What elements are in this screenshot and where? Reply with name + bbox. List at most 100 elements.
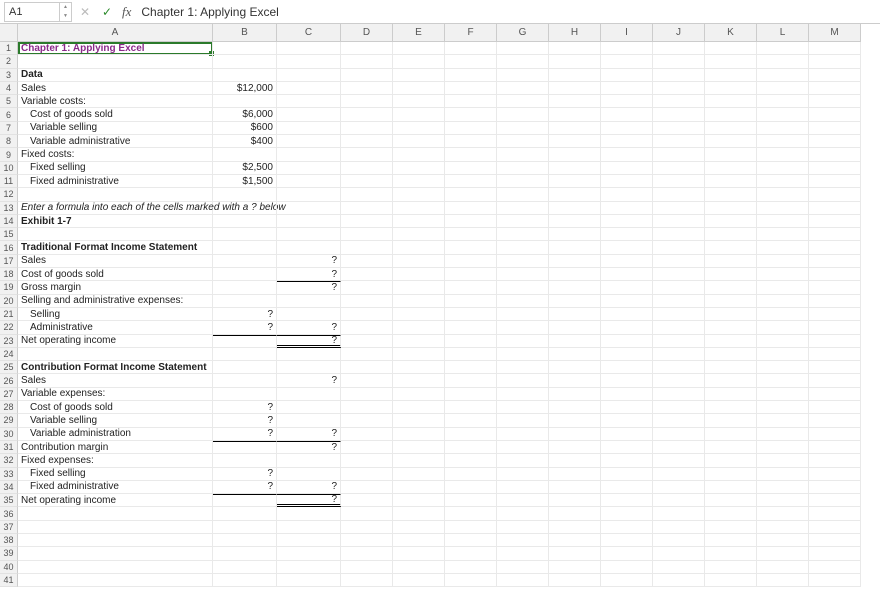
cell-F27[interactable] xyxy=(445,388,497,401)
cell-B33[interactable]: ? xyxy=(213,468,277,481)
cell-C33[interactable] xyxy=(277,468,341,481)
cell-J34[interactable] xyxy=(653,481,705,494)
cell-J19[interactable] xyxy=(653,281,705,294)
row-header-14[interactable]: 14 xyxy=(0,215,18,228)
cell-D29[interactable] xyxy=(341,414,393,427)
cell-B34[interactable]: ? xyxy=(213,481,277,494)
cell-J2[interactable] xyxy=(653,55,705,68)
cell-C9[interactable] xyxy=(277,148,341,161)
cell-E14[interactable] xyxy=(393,215,445,228)
cell-J39[interactable] xyxy=(653,547,705,560)
cell-M29[interactable] xyxy=(809,414,861,427)
column-header-L[interactable]: L xyxy=(757,24,809,42)
row-header-38[interactable]: 38 xyxy=(0,534,18,547)
cell-D11[interactable] xyxy=(341,175,393,188)
cell-I13[interactable] xyxy=(601,202,653,215)
row-header-18[interactable]: 18 xyxy=(0,268,18,281)
cell-C10[interactable] xyxy=(277,162,341,175)
cell-D34[interactable] xyxy=(341,481,393,494)
cell-E28[interactable] xyxy=(393,401,445,414)
cell-K31[interactable] xyxy=(705,441,757,454)
cell-I30[interactable] xyxy=(601,428,653,441)
select-all-corner[interactable] xyxy=(0,24,18,42)
cell-F24[interactable] xyxy=(445,348,497,361)
column-header-A[interactable]: A xyxy=(18,24,213,42)
cell-M38[interactable] xyxy=(809,534,861,547)
cell-M2[interactable] xyxy=(809,55,861,68)
cell-F31[interactable] xyxy=(445,441,497,454)
cell-H6[interactable] xyxy=(549,108,601,121)
cell-M37[interactable] xyxy=(809,521,861,534)
row-header-10[interactable]: 10 xyxy=(0,162,18,175)
cell-D35[interactable] xyxy=(341,494,393,507)
cell-E36[interactable] xyxy=(393,507,445,520)
row-header-13[interactable]: 13 xyxy=(0,202,18,215)
cell-F11[interactable] xyxy=(445,175,497,188)
cell-B12[interactable] xyxy=(213,188,277,201)
cell-L12[interactable] xyxy=(757,188,809,201)
cell-A15[interactable] xyxy=(18,228,213,241)
cell-D37[interactable] xyxy=(341,521,393,534)
cell-C18[interactable]: ? xyxy=(277,268,341,281)
row-header-11[interactable]: 11 xyxy=(0,175,18,188)
cell-J33[interactable] xyxy=(653,468,705,481)
cell-M7[interactable] xyxy=(809,122,861,135)
cell-E16[interactable] xyxy=(393,241,445,254)
row-header-37[interactable]: 37 xyxy=(0,521,18,534)
cell-A21[interactable]: Selling xyxy=(18,308,213,321)
cell-L39[interactable] xyxy=(757,547,809,560)
cell-H17[interactable] xyxy=(549,255,601,268)
row-header-39[interactable]: 39 xyxy=(0,547,18,560)
cell-J32[interactable] xyxy=(653,454,705,467)
column-header-F[interactable]: F xyxy=(445,24,497,42)
cell-L34[interactable] xyxy=(757,481,809,494)
cell-H24[interactable] xyxy=(549,348,601,361)
cell-E38[interactable] xyxy=(393,534,445,547)
cell-M15[interactable] xyxy=(809,228,861,241)
cell-C2[interactable] xyxy=(277,55,341,68)
column-header-I[interactable]: I xyxy=(601,24,653,42)
cell-I22[interactable] xyxy=(601,321,653,334)
cell-D23[interactable] xyxy=(341,335,393,348)
cell-D32[interactable] xyxy=(341,454,393,467)
cell-K41[interactable] xyxy=(705,574,757,587)
formula-confirm-button[interactable]: ✓ xyxy=(98,2,116,22)
cell-A9[interactable]: Fixed costs: xyxy=(18,148,213,161)
cell-E5[interactable] xyxy=(393,95,445,108)
cell-H22[interactable] xyxy=(549,321,601,334)
cell-K32[interactable] xyxy=(705,454,757,467)
row-header-23[interactable]: 23 xyxy=(0,335,18,348)
cell-K30[interactable] xyxy=(705,428,757,441)
cell-G12[interactable] xyxy=(497,188,549,201)
cell-L37[interactable] xyxy=(757,521,809,534)
cell-J20[interactable] xyxy=(653,295,705,308)
cell-M30[interactable] xyxy=(809,428,861,441)
cell-A40[interactable] xyxy=(18,561,213,574)
cell-H37[interactable] xyxy=(549,521,601,534)
cell-L41[interactable] xyxy=(757,574,809,587)
cell-H41[interactable] xyxy=(549,574,601,587)
cell-J13[interactable] xyxy=(653,202,705,215)
cell-F14[interactable] xyxy=(445,215,497,228)
cell-D12[interactable] xyxy=(341,188,393,201)
cell-H19[interactable] xyxy=(549,281,601,294)
cell-J23[interactable] xyxy=(653,335,705,348)
spreadsheet-grid[interactable]: ABCDEFGHIJKLM1Chapter 1: Applying Excel2… xyxy=(0,24,880,587)
cell-B37[interactable] xyxy=(213,521,277,534)
cell-D2[interactable] xyxy=(341,55,393,68)
column-header-M[interactable]: M xyxy=(809,24,861,42)
cell-A26[interactable]: Sales xyxy=(18,374,213,387)
cell-D7[interactable] xyxy=(341,122,393,135)
cell-B39[interactable] xyxy=(213,547,277,560)
cell-H21[interactable] xyxy=(549,308,601,321)
cell-B14[interactable] xyxy=(213,215,277,228)
cell-M34[interactable] xyxy=(809,481,861,494)
cell-J40[interactable] xyxy=(653,561,705,574)
cell-D18[interactable] xyxy=(341,268,393,281)
cell-F37[interactable] xyxy=(445,521,497,534)
cell-J15[interactable] xyxy=(653,228,705,241)
row-header-3[interactable]: 3 xyxy=(0,69,18,82)
cell-L31[interactable] xyxy=(757,441,809,454)
cell-L22[interactable] xyxy=(757,321,809,334)
cell-L25[interactable] xyxy=(757,361,809,374)
